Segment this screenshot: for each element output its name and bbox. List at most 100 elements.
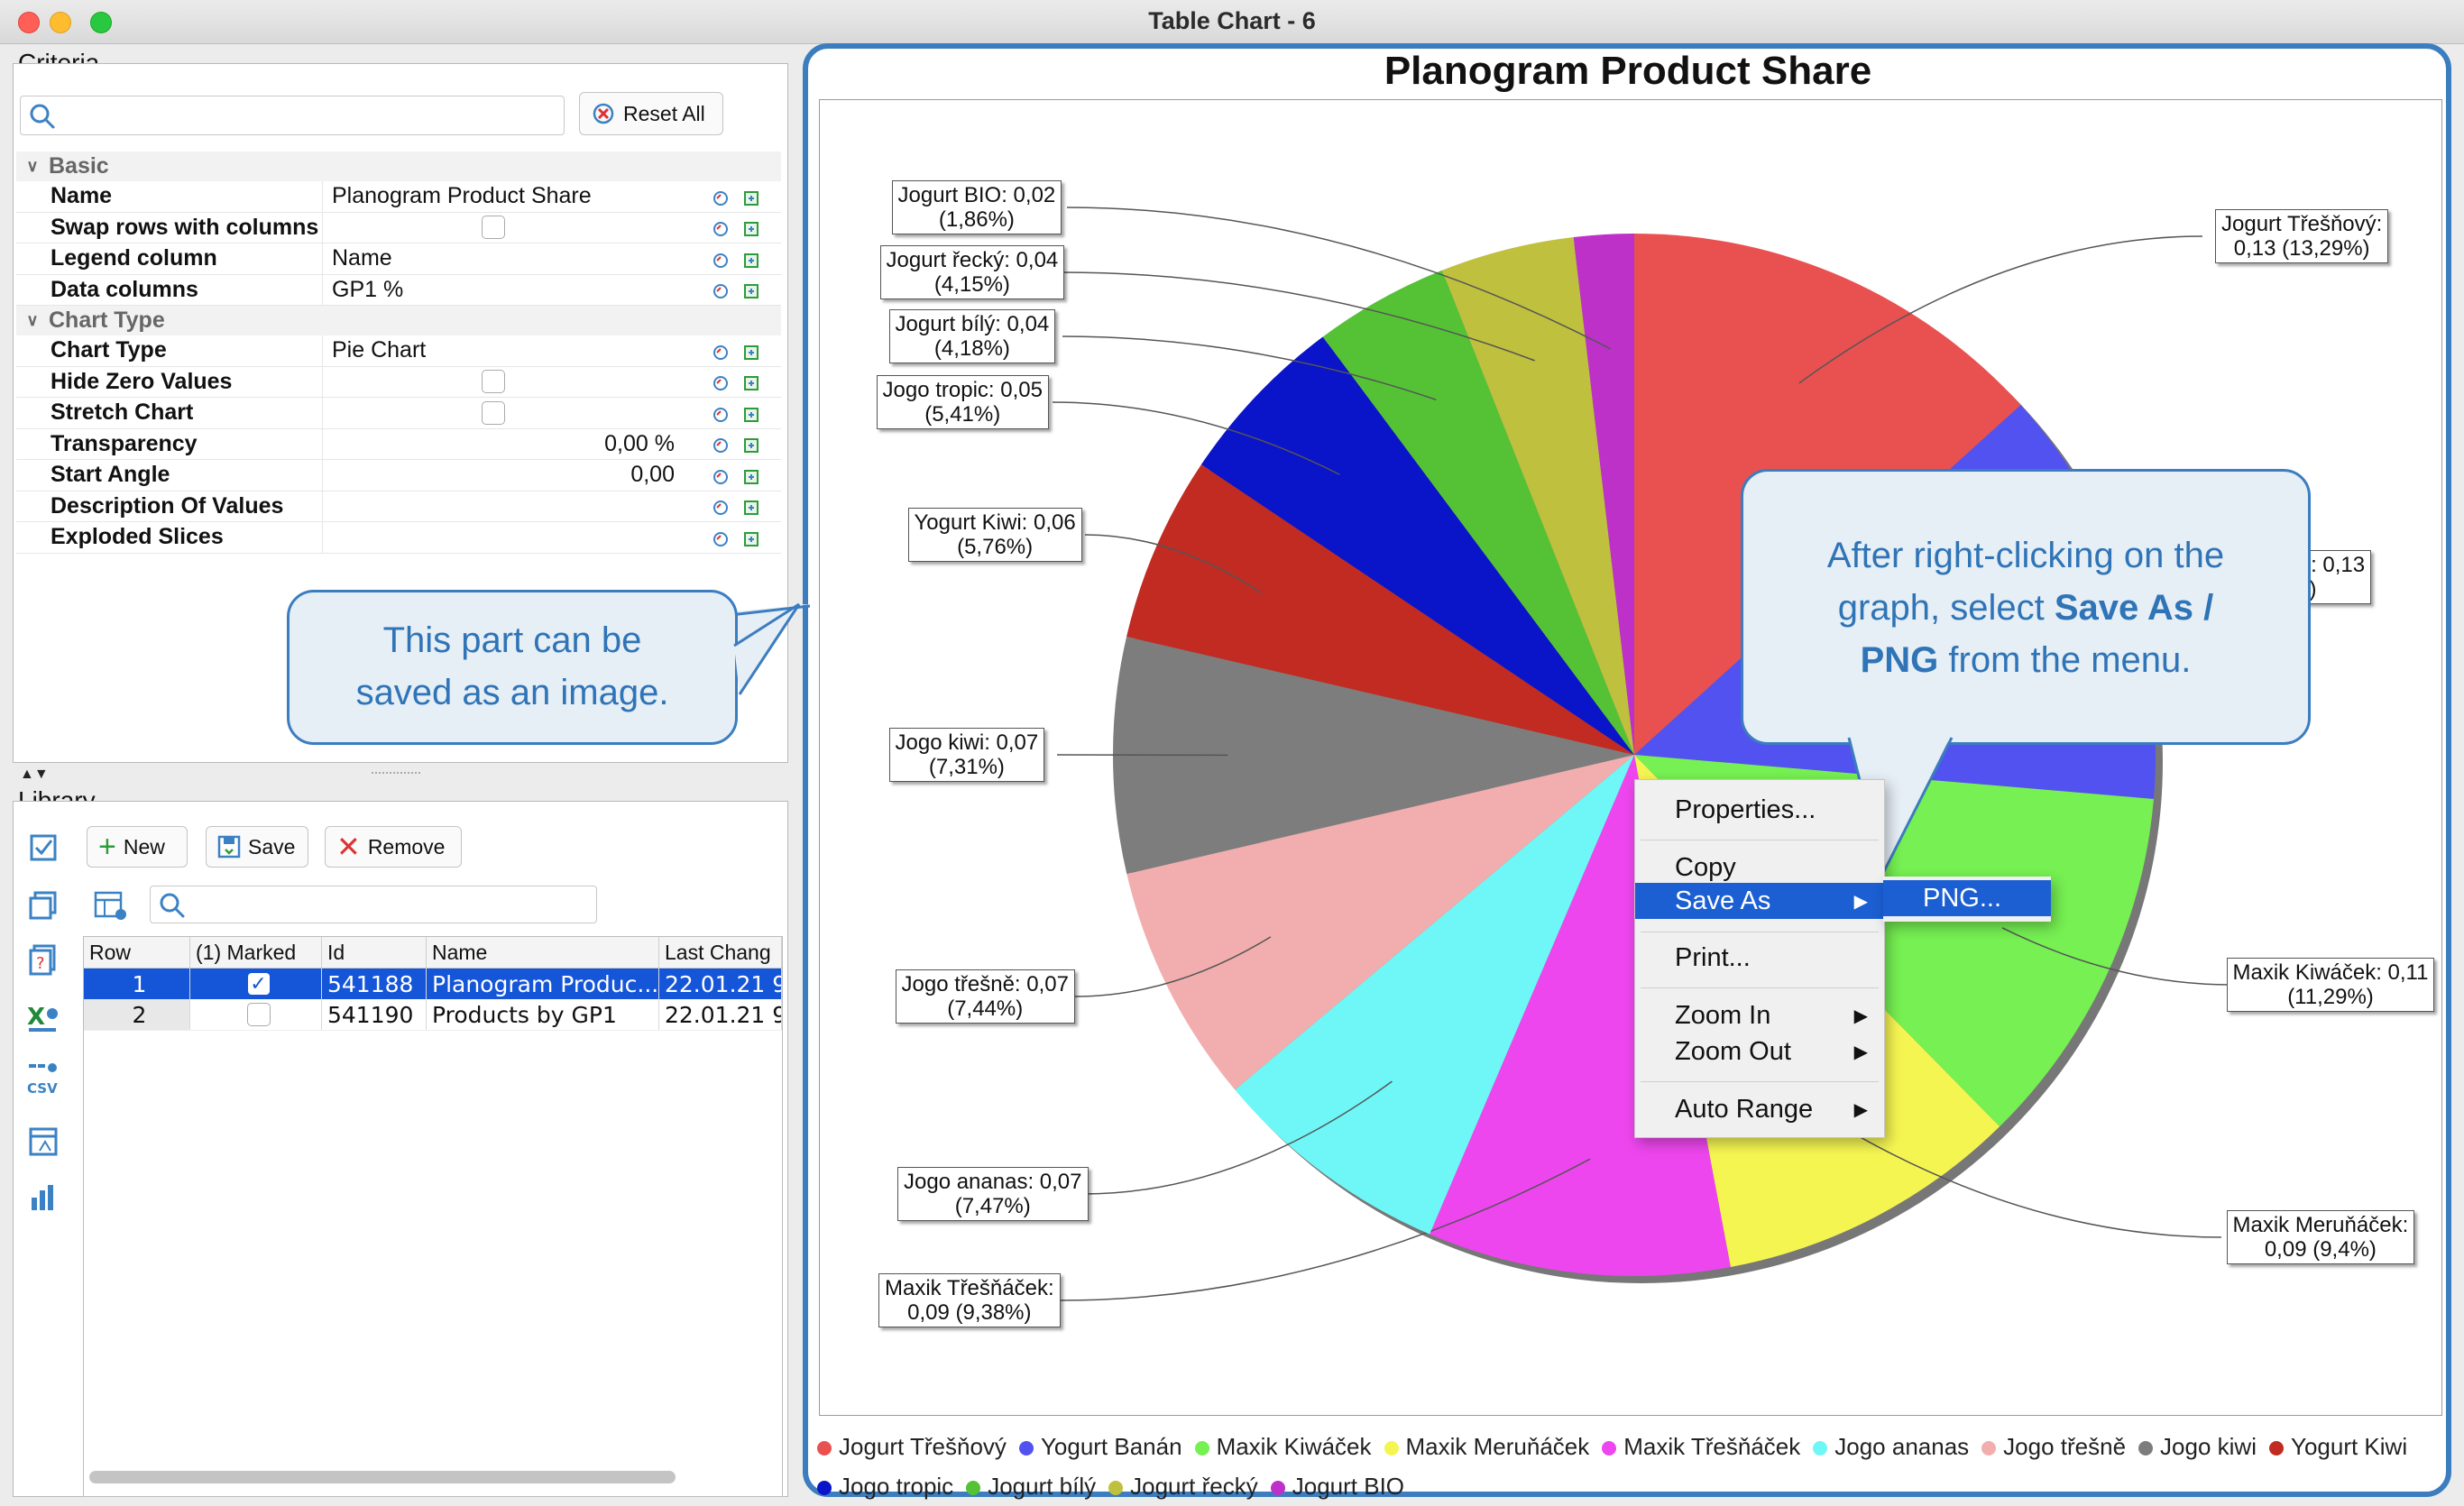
- legend-swatch: [1813, 1441, 1827, 1455]
- menu-item-label: Save As: [1675, 886, 1770, 916]
- slice-label-line1: Yogurt Kiwi: 0,06: [915, 510, 1076, 535]
- legend-item[interactable]: Jogurt bílý: [966, 1466, 1096, 1506]
- legend-swatch: [966, 1481, 980, 1495]
- menu-item-label: Auto Range: [1675, 1095, 1813, 1125]
- legend-swatch: [817, 1441, 832, 1455]
- slice-label-line1: Jogo tropic: 0,05: [883, 378, 1043, 402]
- slice-label-line1: Jogurt BIO: 0,02: [898, 183, 1056, 207]
- legend-swatch: [1108, 1481, 1123, 1495]
- menu-item-auto-range[interactable]: Auto Range ▶: [1635, 1090, 1884, 1128]
- legend-item[interactable]: Maxik Kiwáček: [1195, 1427, 1372, 1466]
- slice-label-line2: 0,13 (13,29%): [2221, 236, 2382, 261]
- menu-item-print[interactable]: Print...: [1635, 939, 1884, 977]
- menu-item-zoom-out[interactable]: Zoom Out▶: [1635, 1033, 1884, 1070]
- menu-item-save-as[interactable]: Save As ▶: [1635, 883, 1884, 919]
- slice-label: Jogurt řecký: 0,04(4,15%): [880, 245, 1065, 299]
- slice-label-line1: Maxik Kiwáček: 0,11: [2233, 960, 2429, 985]
- legend-swatch: [1271, 1481, 1285, 1495]
- slice-label: Jogo kiwi: 0,07(7,31%): [889, 728, 1045, 782]
- pie-chart[interactable]: [0, 0, 2464, 1504]
- menu-separator: [1641, 987, 1879, 988]
- slice-label-line2: (11,29%): [2233, 985, 2429, 1009]
- slice-label-line1: Maxik Třešňáček:: [885, 1276, 1054, 1300]
- slice-label-line2: (1,86%): [898, 207, 1056, 232]
- legend-swatch: [1195, 1441, 1209, 1455]
- menu-item-png[interactable]: PNG...: [1883, 880, 2051, 916]
- legend-label: Maxik Kiwáček: [1217, 1433, 1372, 1460]
- slice-label: Jogo ananas: 0,07(7,47%): [897, 1167, 1089, 1221]
- legend-item[interactable]: Jogurt BIO: [1271, 1466, 1404, 1506]
- slice-label-line2: (4,18%): [896, 336, 1050, 361]
- slice-label-line1: Jogurt bílý: 0,04: [896, 312, 1050, 336]
- slice-label-line1: Jogo třešně: 0,07: [902, 972, 1069, 996]
- right-hint-line1: After right-clicking on the: [1743, 529, 2308, 582]
- menu-item-copy[interactable]: Copy: [1635, 849, 1884, 886]
- slice-label-line2: 0,09 (9,38%): [885, 1300, 1054, 1325]
- legend-swatch: [1384, 1441, 1399, 1455]
- menu-item-properties[interactable]: Properties...: [1635, 791, 1884, 829]
- menu-item-label: Copy: [1675, 853, 1736, 883]
- menu-item-label: PNG...: [1923, 884, 2001, 914]
- slice-label-line1: Jogo ananas: 0,07: [904, 1170, 1082, 1194]
- slice-label: Jogurt Třešňový:0,13 (13,29%): [2215, 209, 2388, 263]
- slice-label-line1: Jogurt Třešňový:: [2221, 212, 2382, 236]
- legend-item[interactable]: Jogo ananas: [1813, 1427, 1969, 1466]
- slice-label: Jogo třešně: 0,07(7,44%): [896, 969, 1075, 1024]
- legend-label: Maxik Třešňáček: [1623, 1433, 1800, 1460]
- menu-item-label: Zoom In: [1675, 1001, 1770, 1031]
- submenu-arrow-icon: ▶: [1854, 1041, 1868, 1063]
- legend-item[interactable]: Jogo kiwi: [2138, 1427, 2257, 1466]
- slice-label-line1: Jogurt řecký: 0,04: [887, 248, 1059, 272]
- legend-swatch: [817, 1481, 832, 1495]
- submenu-arrow-icon: ▶: [1854, 1098, 1868, 1121]
- menu-item-zoom-in[interactable]: Zoom In ▶: [1635, 996, 1884, 1034]
- menu-separator: [1641, 1081, 1879, 1082]
- slice-label: Maxik Meruňáček:0,09 (9,4%): [2227, 1210, 2415, 1264]
- legend-item[interactable]: Yogurt Kiwi: [2269, 1427, 2407, 1466]
- slice-label: Jogurt bílý: 0,04(4,18%): [889, 309, 1056, 363]
- slice-label-line2: (7,47%): [904, 1194, 1082, 1218]
- left-hint-line1: This part can be: [290, 614, 735, 666]
- legend-swatch: [1602, 1441, 1616, 1455]
- right-hint-line3b: from the menu.: [1938, 640, 2191, 680]
- slice-label-line1: Maxik Meruňáček:: [2233, 1213, 2409, 1237]
- submenu-arrow-icon: ▶: [1854, 890, 1868, 913]
- slice-label-line2: (4,15%): [887, 272, 1059, 297]
- legend-item[interactable]: Jogurt Třešňový: [817, 1427, 1007, 1466]
- slice-label: Yogurt Kiwi: 0,06(5,76%): [908, 508, 1082, 562]
- legend-item[interactable]: Jogo třešně: [1981, 1427, 2126, 1466]
- slice-label-line2: (5,41%): [883, 402, 1043, 427]
- legend-label: Yogurt Kiwi: [2291, 1433, 2407, 1460]
- legend-item[interactable]: Yogurt Banán: [1019, 1427, 1182, 1466]
- legend-item[interactable]: Maxik Třešňáček: [1602, 1427, 1800, 1466]
- slice-label-line1: Jogo kiwi: 0,07: [896, 730, 1039, 755]
- legend-item[interactable]: Jogurt řecký: [1108, 1466, 1258, 1506]
- chart-legend: Jogurt Třešňový Yogurt Banán Maxik Kiwáček…: [817, 1427, 2441, 1506]
- right-hint-line2a: graph, select: [1838, 588, 2055, 628]
- legend-label: Jogo třešně: [2003, 1433, 2126, 1460]
- save-as-submenu: PNG...: [1883, 877, 2051, 922]
- slice-label: Maxik Třešňáček:0,09 (9,38%): [878, 1273, 1061, 1327]
- slice-label: Jogo tropic: 0,05(5,41%): [877, 375, 1049, 429]
- menu-item-label: Print...: [1675, 943, 1751, 973]
- legend-swatch: [1981, 1441, 1996, 1455]
- legend-label: Jogurt Třešňový: [839, 1433, 1007, 1460]
- right-hint-save-as: Save As /: [2055, 588, 2213, 628]
- legend-label: Yogurt Banán: [1041, 1433, 1182, 1460]
- legend-label: Jogurt řecký: [1130, 1473, 1258, 1500]
- submenu-arrow-icon: ▶: [1854, 1005, 1868, 1027]
- slice-label-line2: (5,76%): [915, 535, 1076, 559]
- slice-label: Maxik Kiwáček: 0,11(11,29%): [2227, 958, 2435, 1012]
- right-hint-png: PNG: [1861, 640, 1939, 680]
- legend-label: Jogurt BIO: [1292, 1473, 1404, 1500]
- slice-label-line2: (7,44%): [902, 996, 1069, 1021]
- legend-item[interactable]: Maxik Meruňáček: [1384, 1427, 1590, 1466]
- left-hint-bubble: This part can be saved as an image.: [287, 590, 738, 745]
- legend-label: Jogo ananas: [1834, 1433, 1969, 1460]
- legend-item[interactable]: Jogo tropic: [817, 1466, 953, 1506]
- menu-item-label: Properties...: [1675, 795, 1816, 825]
- legend-swatch: [2269, 1441, 2284, 1455]
- slice-label: Jogurt BIO: 0,02(1,86%): [892, 180, 1062, 234]
- legend-swatch: [1019, 1441, 1034, 1455]
- legend-label: Jogo kiwi: [2160, 1433, 2257, 1460]
